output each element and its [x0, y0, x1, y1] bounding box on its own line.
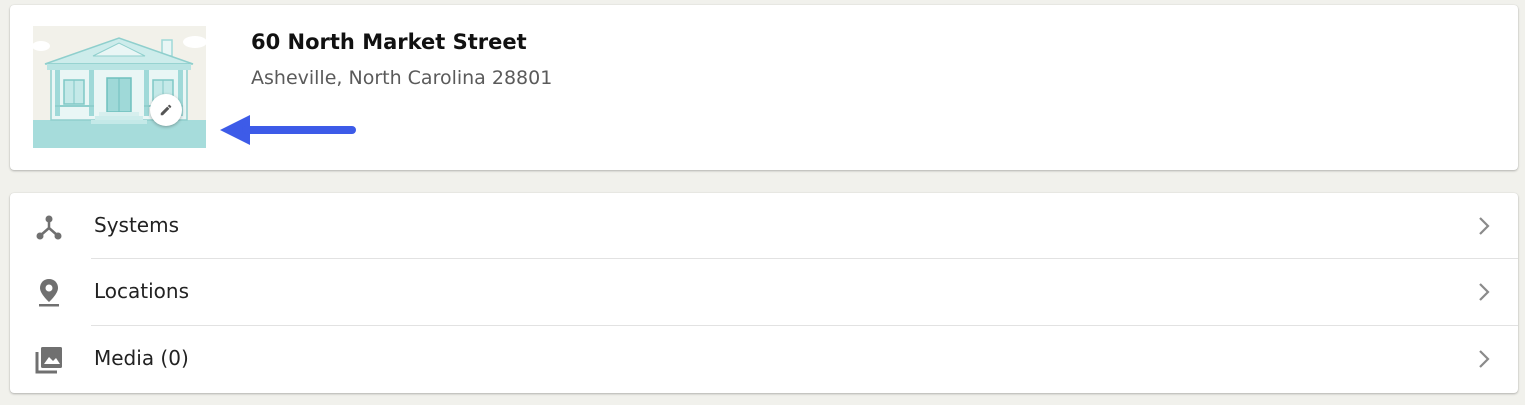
pencil-icon [160, 104, 172, 116]
arrow-pointer-annotation [220, 115, 356, 145]
property-address-title: 60 North Market Street [251, 30, 527, 54]
chevron-right-icon [1479, 217, 1490, 235]
chevron-right-icon [1479, 283, 1490, 301]
menu-item-systems[interactable]: Systems [10, 193, 1518, 259]
systems-icon [34, 212, 64, 242]
menu-item-media[interactable]: Media (0) [10, 326, 1518, 392]
edit-photo-button[interactable] [150, 94, 182, 126]
property-address-subtitle: Asheville, North Carolina 28801 [251, 67, 553, 89]
property-menu-list: Systems Locations Media (0) [10, 193, 1518, 393]
menu-item-label: Media (0) [94, 346, 189, 370]
property-photo[interactable] [33, 26, 206, 148]
menu-item-label: Locations [94, 279, 190, 303]
house-illustration [33, 26, 206, 148]
menu-item-locations[interactable]: Locations [10, 259, 1518, 325]
media-icon [34, 345, 64, 375]
chevron-right-icon [1479, 350, 1490, 368]
property-header-card: 60 North Market Street Asheville, North … [10, 5, 1518, 170]
location-pin-icon [34, 278, 64, 308]
menu-item-label: Systems [94, 213, 179, 237]
